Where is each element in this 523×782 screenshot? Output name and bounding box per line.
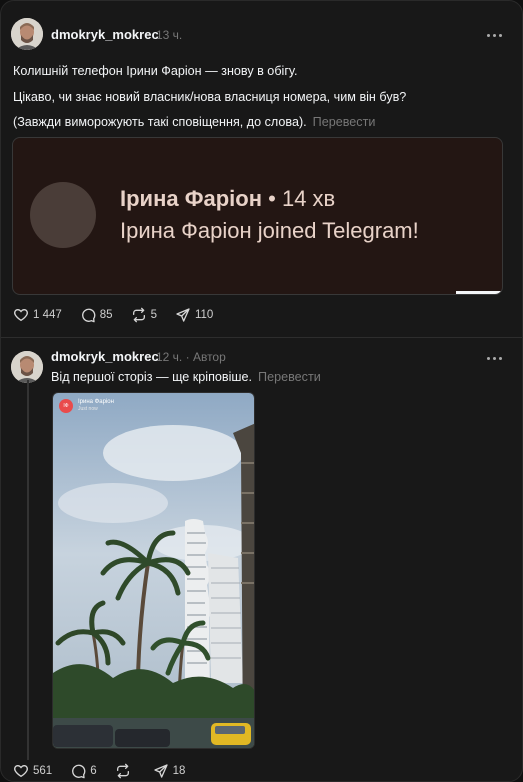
post-text: Від першої сторіз — ще кріповіше.: [51, 370, 253, 384]
post-text-line-2: Цікаво, чи знає новий власник/нова власн…: [13, 90, 407, 104]
more-options-icon[interactable]: [486, 28, 506, 42]
thread-line: [27, 380, 29, 760]
share-button[interactable]: 18: [153, 763, 186, 779]
translate-link[interactable]: Перевести: [258, 370, 321, 384]
like-button[interactable]: 561: [13, 763, 52, 779]
repost-button[interactable]: [115, 763, 135, 779]
post-text-line-1: Колишній телефон Ірини Фаріон — знову в …: [13, 64, 298, 78]
comment-count: 85: [99, 309, 113, 321]
story-photo: [53, 393, 254, 748]
notification-message: Ірина Фаріон joined Telegram!: [120, 218, 419, 243]
like-button[interactable]: 1 447: [13, 307, 62, 323]
post-text-line-3: (Завжди виморожують такі сповіщення, до …: [13, 115, 375, 129]
username[interactable]: dmokryk_mokrec: [51, 349, 159, 364]
like-count: 561: [33, 765, 53, 777]
media-progress-bar: [456, 291, 502, 294]
notification-avatar: [30, 182, 96, 248]
feed-panel: dmokryk_mokrec 13 ч. Колишній телефон Ір…: [0, 0, 523, 782]
notification-time: • 14 хв: [268, 186, 336, 211]
story-time: Just now: [78, 406, 98, 412]
heart-icon: [14, 308, 28, 322]
comment-icon: [72, 764, 86, 779]
story-name: Ірина Фаріон: [78, 399, 114, 405]
username[interactable]: dmokryk_mokrec: [51, 27, 159, 42]
post-meta: 12 ч. · Автор: [156, 350, 226, 364]
repost-icon: [132, 307, 145, 323]
timestamp: 13 ч.: [156, 28, 183, 42]
comment-count: 6: [90, 765, 97, 777]
repost-count: 5: [150, 309, 157, 321]
share-icon: [176, 308, 190, 322]
repost-button[interactable]: 5: [131, 307, 157, 323]
more-options-icon[interactable]: [486, 351, 506, 365]
comment-icon: [81, 308, 96, 323]
post: dmokryk_mokrec 13 ч. Колишній телефон Ір…: [1, 1, 522, 338]
story-avatar: ІФ: [59, 399, 73, 413]
story-meta: Ірина Фаріон Just now: [78, 399, 114, 413]
post: dmokryk_mokrec 12 ч. · Автор Від першої …: [1, 338, 522, 781]
story-header: ІФ Ірина Фаріон Just now: [59, 399, 114, 413]
post-actions: 1 447 85 5 110: [13, 307, 231, 323]
author-badge: · Автор: [185, 350, 226, 364]
share-count: 18: [172, 765, 186, 777]
share-count: 110: [194, 309, 214, 321]
like-count: 1 447: [33, 309, 62, 321]
comment-button[interactable]: 6: [70, 763, 97, 779]
repost-icon: [116, 763, 129, 779]
share-button[interactable]: 110: [175, 307, 213, 323]
notification-title: Ірина Фаріон • 14 хв: [120, 186, 335, 212]
notification-sender: Ірина Фаріон: [120, 186, 263, 211]
post-text: (Завжди виморожують такі сповіщення, до …: [13, 115, 307, 129]
post-text-line: Від першої сторіз — ще кріповіше. Перевес…: [51, 370, 321, 384]
notification-screenshot[interactable]: Ірина Фаріон • 14 хв Ірина Фаріон joined…: [12, 137, 503, 295]
translate-link[interactable]: Перевести: [313, 115, 376, 129]
avatar[interactable]: [11, 18, 43, 50]
share-icon: [153, 764, 168, 778]
heart-icon: [14, 764, 28, 778]
comment-button[interactable]: 85: [80, 307, 113, 323]
timestamp: 12 ч.: [156, 350, 183, 364]
post-actions: 561 6 18: [13, 763, 203, 779]
avatar[interactable]: [11, 351, 43, 383]
story-screenshot[interactable]: ІФ Ірина Фаріон Just now: [52, 392, 255, 749]
